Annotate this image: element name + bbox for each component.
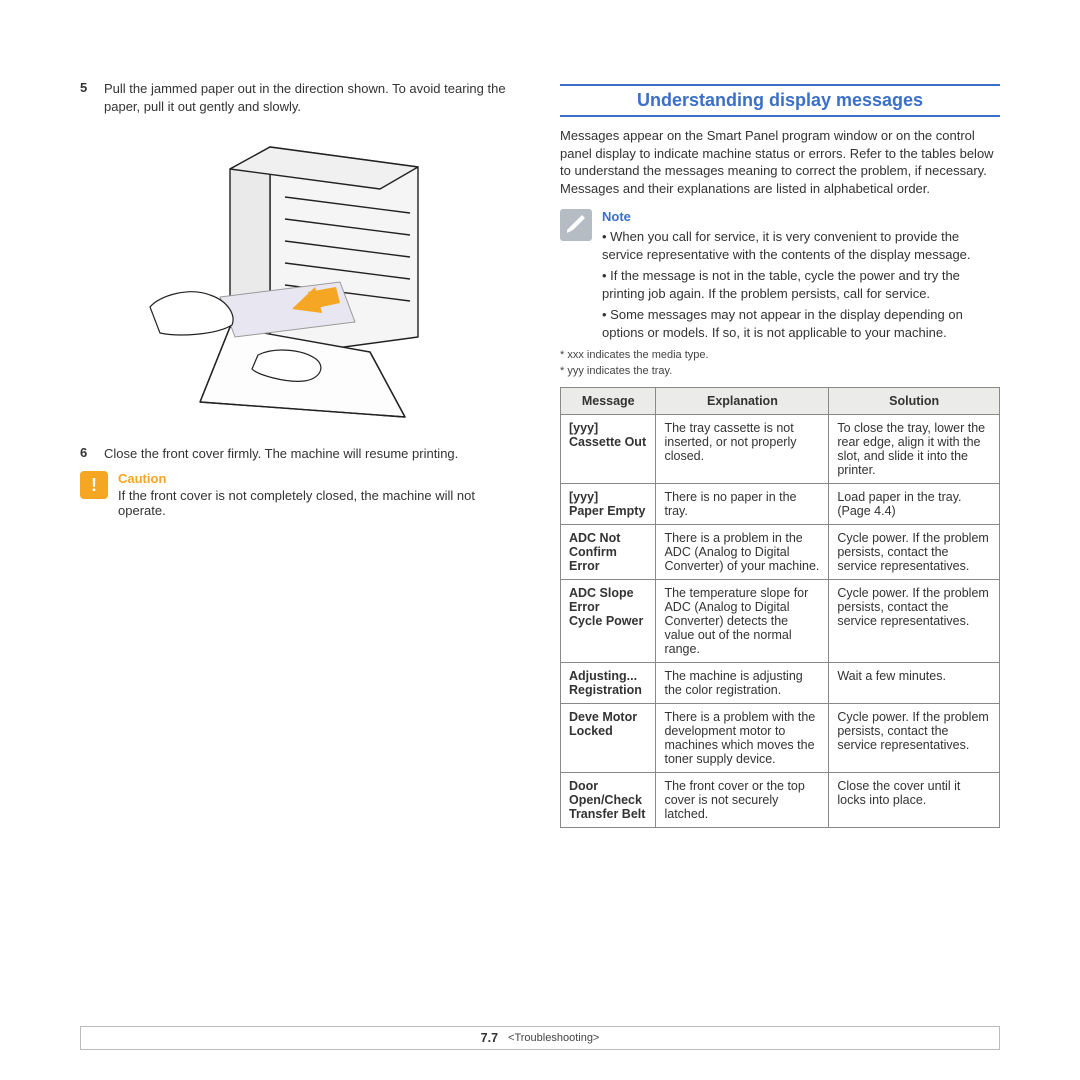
caution-text: If the front cover is not completely clo… (118, 488, 520, 518)
table-row: ADC Not Confirm ErrorThere is a problem … (561, 525, 1000, 580)
exclamation-icon: ! (80, 471, 108, 499)
cell-explanation: There is no paper in the tray. (656, 484, 829, 525)
note-bullet: • Some messages may not appear in the di… (602, 306, 1000, 341)
table-row: Adjusting... RegistrationThe machine is … (561, 663, 1000, 704)
th-message: Message (561, 388, 656, 415)
cell-solution: Cycle power. If the problem persists, co… (829, 525, 1000, 580)
note-callout: Note • When you call for service, it is … (560, 209, 1000, 345)
table-row: [yyy] Cassette OutThe tray cassette is n… (561, 415, 1000, 484)
page-number-chapter: 7 (481, 1031, 488, 1045)
page-number: 7.7 (481, 1031, 498, 1045)
cell-explanation: There is a problem with the development … (656, 704, 829, 773)
printer-paper-jam-illustration (140, 127, 460, 427)
note-content: Note • When you call for service, it is … (602, 209, 1000, 345)
cell-explanation: The machine is adjusting the color regis… (656, 663, 829, 704)
cell-message: ADC Not Confirm Error (561, 525, 656, 580)
page-footer: 7.7 <Troubleshooting> (80, 1026, 1000, 1050)
note-bullet: • If the message is not in the table, cy… (602, 267, 1000, 302)
table-row: ADC Slope Error Cycle PowerThe temperatu… (561, 580, 1000, 663)
cell-explanation: The temperature slope for ADC (Analog to… (656, 580, 829, 663)
cell-solution: Load paper in the tray. (Page 4.4) (829, 484, 1000, 525)
display-messages-table: Message Explanation Solution [yyy] Casse… (560, 387, 1000, 828)
cell-explanation: The tray cassette is not inserted, or no… (656, 415, 829, 484)
caution-callout: ! Caution If the front cover is not comp… (80, 471, 520, 518)
cell-message: Deve Motor Locked (561, 704, 656, 773)
heading-rule-top (560, 84, 1000, 86)
cell-message: [yyy] Cassette Out (561, 415, 656, 484)
cell-message: Door Open/Check Transfer Belt (561, 773, 656, 828)
section-heading: Understanding display messages (560, 90, 1000, 111)
caution-title: Caution (118, 471, 520, 486)
footnote-yyy: * yyy indicates the tray. (560, 365, 1000, 377)
cell-message: [yyy] Paper Empty (561, 484, 656, 525)
th-explanation: Explanation (656, 388, 829, 415)
step-number: 6 (80, 445, 94, 463)
note-pencil-icon (560, 209, 592, 241)
page-root: 5 Pull the jammed paper out in the direc… (0, 0, 1080, 1080)
footer-chapter: <Troubleshooting> (508, 1032, 599, 1044)
step-number: 5 (80, 80, 94, 115)
step-text: Close the front cover firmly. The machin… (104, 445, 520, 463)
cell-solution: To close the tray, lower the rear edge, … (829, 415, 1000, 484)
table-header-row: Message Explanation Solution (561, 388, 1000, 415)
cell-message: Adjusting... Registration (561, 663, 656, 704)
step-5: 5 Pull the jammed paper out in the direc… (80, 80, 520, 115)
step-6: 6 Close the front cover firmly. The mach… (80, 445, 520, 463)
left-column: 5 Pull the jammed paper out in the direc… (80, 80, 520, 828)
table-row: Deve Motor LockedThere is a problem with… (561, 704, 1000, 773)
cell-explanation: The front cover or the top cover is not … (656, 773, 829, 828)
note-title: Note (602, 209, 1000, 224)
cell-solution: Cycle power. If the problem persists, co… (829, 580, 1000, 663)
th-solution: Solution (829, 388, 1000, 415)
footnote-xxx: * xxx indicates the media type. (560, 349, 1000, 361)
heading-rule-bottom (560, 115, 1000, 117)
cell-solution: Cycle power. If the problem persists, co… (829, 704, 1000, 773)
cell-solution: Close the cover until it locks into plac… (829, 773, 1000, 828)
cell-explanation: There is a problem in the ADC (Analog to… (656, 525, 829, 580)
caution-content: Caution If the front cover is not comple… (118, 471, 520, 518)
cell-message: ADC Slope Error Cycle Power (561, 580, 656, 663)
two-column-layout: 5 Pull the jammed paper out in the direc… (80, 80, 1000, 828)
table-row: Door Open/Check Transfer BeltThe front c… (561, 773, 1000, 828)
note-bullet: • When you call for service, it is very … (602, 228, 1000, 263)
right-column: Understanding display messages Messages … (560, 80, 1000, 828)
page-number-page: .7 (488, 1031, 498, 1045)
cell-solution: Wait a few minutes. (829, 663, 1000, 704)
intro-paragraph: Messages appear on the Smart Panel progr… (560, 127, 1000, 197)
table-row: [yyy] Paper EmptyThere is no paper in th… (561, 484, 1000, 525)
step-text: Pull the jammed paper out in the directi… (104, 80, 520, 115)
